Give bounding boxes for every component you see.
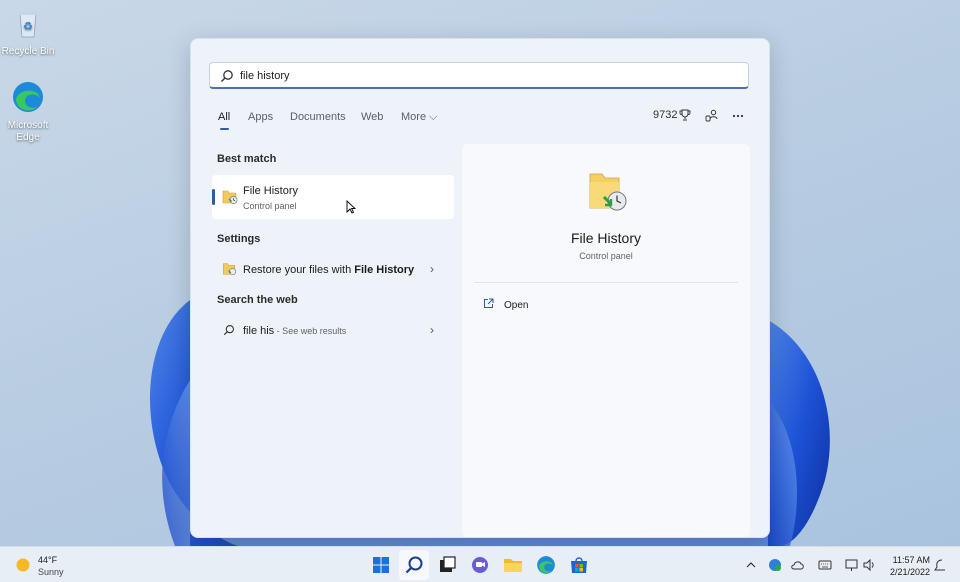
recycle-bin-label: Recycle Bin — [1, 46, 55, 57]
task-view-icon[interactable] — [437, 555, 457, 575]
notifications-icon[interactable] — [933, 558, 947, 572]
clock-time: 11:57 AM — [892, 555, 930, 565]
rewards-points[interactable]: 9732 — [653, 109, 677, 121]
settings-result-label: Restore your files with File History — [243, 264, 415, 276]
web-search-icon — [223, 324, 235, 336]
trophy-icon[interactable] — [679, 109, 691, 121]
tab-documents[interactable]: Documents — [290, 111, 346, 123]
web-result[interactable]: file his - See web results › — [212, 311, 454, 351]
open-action[interactable]: Open — [504, 300, 528, 311]
onedrive-icon[interactable] — [791, 558, 805, 572]
account-switch-icon[interactable] — [705, 109, 718, 122]
preview-title: File History — [570, 230, 641, 246]
selection-indicator — [212, 189, 215, 205]
store-icon[interactable] — [569, 555, 589, 575]
chat-icon[interactable] — [470, 555, 490, 575]
settings-result[interactable]: Restore your files with File History › — [212, 249, 454, 289]
chevron-up-icon[interactable] — [744, 558, 758, 572]
keyboard-icon[interactable] — [818, 558, 832, 572]
search-web-heading: Search the web — [217, 294, 298, 306]
clock-date: 2/21/2022 — [889, 567, 930, 577]
best-match-heading: Best match — [217, 153, 277, 165]
file-explorer-icon[interactable] — [503, 555, 523, 575]
taskbar: 44°F Sunny 11:57 AM 2/21/2022 — [0, 546, 960, 582]
web-result-label: file his - See web results — [243, 325, 347, 337]
sun-weather-icon[interactable] — [15, 557, 31, 573]
best-match-title: File History — [243, 185, 299, 197]
tab-more[interactable]: More ⌵ — [401, 111, 437, 124]
network-icon[interactable] — [845, 558, 859, 572]
weather-temperature[interactable]: 44°F — [38, 555, 57, 565]
search-icon — [221, 70, 233, 82]
settings-heading: Settings — [217, 233, 261, 245]
defender-icon[interactable] — [768, 558, 782, 572]
preview-pane: File History Control panel Open — [462, 144, 750, 537]
open-icon — [484, 298, 494, 308]
tab-web[interactable]: Web — [361, 111, 383, 123]
clock[interactable]: 11:57 AM 2/21/2022 — [884, 554, 930, 578]
edge-taskbar-icon[interactable] — [536, 555, 556, 575]
preview-divider — [474, 282, 738, 283]
search-panel: file history All Apps Documents Web More… — [190, 38, 770, 538]
edge-icon — [13, 82, 43, 112]
restore-files-icon — [223, 263, 237, 276]
chevron-right-icon: › — [430, 323, 434, 337]
search-taskbar-icon[interactable] — [404, 555, 424, 575]
best-match-subtitle: Control panel — [243, 201, 297, 211]
mouse-cursor-icon — [346, 200, 356, 214]
svg-text:♻: ♻ — [23, 21, 33, 33]
preview-subtitle: Control panel — [579, 251, 633, 261]
tab-apps[interactable]: Apps — [248, 111, 273, 123]
search-query: file history — [240, 70, 290, 82]
edge-label: Microsoft Edge — [7, 120, 49, 143]
chevron-right-icon: › — [430, 262, 434, 276]
recycle-bin-icon: ♻ — [19, 12, 37, 38]
file-history-large-icon — [589, 173, 627, 211]
tab-all[interactable]: All — [218, 111, 230, 123]
weather-description[interactable]: Sunny — [38, 567, 64, 577]
start-icon[interactable] — [371, 555, 391, 575]
file-history-icon — [222, 190, 238, 204]
more-options-icon[interactable] — [732, 114, 744, 118]
desktop-edge[interactable]: Microsoft Edge — [0, 80, 56, 144]
search-input[interactable]: file history — [209, 62, 749, 89]
desktop-recycle-bin[interactable]: ♻ Recycle Bin — [0, 6, 56, 58]
active-tab-indicator — [220, 128, 229, 130]
best-match-result[interactable]: File History Control panel — [212, 175, 454, 219]
volume-icon[interactable] — [862, 558, 876, 572]
